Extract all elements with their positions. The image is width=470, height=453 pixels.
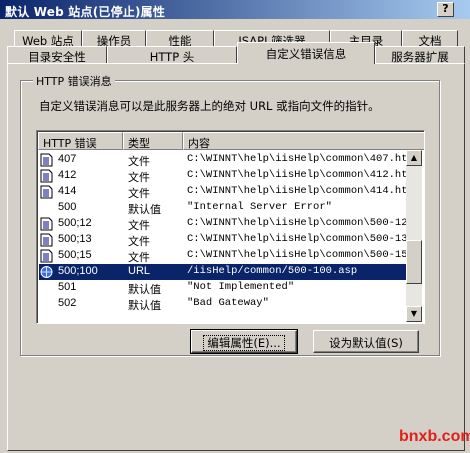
column-label: 内容: [188, 137, 210, 150]
error-code: 412: [58, 169, 77, 181]
list-item[interactable]: 500;15 文件 C:\WINNT\help\iisHelp\common\5…: [39, 248, 420, 264]
scroll-thumb[interactable]: [406, 240, 422, 284]
error-type: 文件: [128, 220, 150, 232]
vertical-scrollbar[interactable]: ▲ ▼: [406, 150, 422, 322]
help-button[interactable]: ?: [437, 2, 454, 17]
tab-label: 目录安全性: [28, 50, 86, 64]
error-content: "Not Implemented": [187, 281, 295, 293]
window-title: 默认 Web 站点(已停止)属性: [5, 5, 166, 19]
error-list[interactable]: HTTP 错误 类型 内容 407 文件 C:\WINNT\help\iisHe…: [36, 130, 425, 324]
error-content: C:\WINNT\help\iisHelp\common\500-12.h: [187, 217, 421, 229]
tab-server-extensions[interactable]: 服务器扩展: [375, 46, 465, 64]
tab-label: HTTP 头: [149, 50, 195, 64]
error-code: 414: [58, 185, 77, 197]
tab-directory-security[interactable]: 目录安全性: [7, 46, 107, 64]
error-content: C:\WINNT\help\iisHelp\common\412.htm: [187, 169, 414, 181]
error-type: 文件: [128, 236, 150, 248]
error-type: 默认值: [128, 300, 161, 312]
document-icon: [40, 153, 53, 167]
error-code: 500;100: [58, 265, 98, 277]
error-code: 500: [58, 201, 77, 213]
error-content: C:\WINNT\help\iisHelp\common\407.htm: [187, 153, 414, 165]
error-content: C:\WINNT\help\iisHelp\common\500-13.h: [187, 233, 421, 245]
document-icon: [40, 169, 53, 183]
scroll-up-button[interactable]: ▲: [406, 150, 422, 166]
document-icon: [40, 249, 53, 263]
error-content: C:\WINNT\help\iisHelp\common\500-15.h: [187, 249, 421, 261]
button-label: 编辑属性(E)...: [203, 335, 285, 351]
watermark: bnxb.com: [399, 428, 470, 445]
tab-label: 自定义错误信息: [265, 47, 347, 61]
set-default-button[interactable]: 设为默认值(S): [313, 330, 419, 353]
scroll-down-button[interactable]: ▼: [406, 306, 422, 322]
group-description: 自定义错误消息可以是此服务器上的绝对 URL 或指向文件的指针。: [39, 99, 380, 113]
url-globe-icon: [40, 265, 53, 279]
edit-properties-button[interactable]: 编辑属性(E)...: [190, 329, 298, 354]
column-header-type[interactable]: 类型: [123, 132, 183, 150]
list-item[interactable]: 500;12 文件 C:\WINNT\help\iisHelp\common\5…: [39, 216, 420, 232]
help-icon: ?: [442, 2, 449, 15]
list-item[interactable]: 407 文件 C:\WINNT\help\iisHelp\common\407.…: [39, 152, 414, 168]
error-content: "Bad Gateway": [187, 297, 269, 309]
column-header-content[interactable]: 内容: [183, 132, 424, 150]
error-code: 407: [58, 153, 77, 165]
error-code: 500;12: [58, 217, 92, 229]
list-item-selected[interactable]: 500;100 URL /iisHelp/common/500-100.asp: [39, 264, 407, 280]
error-type: 文件: [128, 188, 150, 200]
list-item[interactable]: 500;13 文件 C:\WINNT\help\iisHelp\common\5…: [39, 232, 420, 248]
error-type: 默认值: [128, 284, 161, 296]
list-item[interactable]: 502 默认值 "Bad Gateway": [39, 296, 407, 312]
error-code: 502: [58, 297, 77, 309]
list-item[interactable]: 501 默认值 "Not Implemented": [39, 280, 407, 296]
column-header-http-error[interactable]: HTTP 错误: [38, 132, 123, 150]
document-icon: [40, 185, 53, 199]
tab-label: 服务器扩展: [391, 50, 449, 64]
column-label: 类型: [128, 137, 150, 150]
error-content: /iisHelp/common/500-100.asp: [187, 265, 358, 277]
arrow-up-icon: ▲: [410, 153, 418, 162]
arrow-down-icon: ▼: [410, 309, 418, 318]
window-titlebar[interactable]: 默认 Web 站点(已停止)属性: [0, 0, 470, 19]
error-content: "Internal Server Error": [187, 201, 332, 213]
error-code: 500;13: [58, 233, 92, 245]
group-label: HTTP 错误消息: [33, 73, 115, 89]
error-code: 501: [58, 281, 77, 293]
tab-custom-errors[interactable]: 自定义错误信息: [237, 42, 375, 64]
error-type: URL: [128, 265, 151, 277]
list-item[interactable]: 500 默认值 "Internal Server Error": [39, 200, 407, 216]
list-item[interactable]: 412 文件 C:\WINNT\help\iisHelp\common\412.…: [39, 168, 414, 184]
button-label: 设为默认值(S): [329, 336, 403, 350]
error-type: 默认值: [128, 204, 161, 216]
tab-http-headers[interactable]: HTTP 头: [107, 46, 237, 64]
error-type: 文件: [128, 252, 150, 264]
error-code: 500;15: [58, 249, 92, 261]
list-item[interactable]: 414 文件 C:\WINNT\help\iisHelp\common\414.…: [39, 184, 414, 200]
error-type: 文件: [128, 156, 150, 168]
document-icon: [40, 233, 53, 247]
error-content: C:\WINNT\help\iisHelp\common\414.htm: [187, 185, 414, 197]
column-label: HTTP 错误: [43, 137, 97, 150]
error-type: 文件: [128, 172, 150, 184]
document-icon: [40, 217, 53, 231]
